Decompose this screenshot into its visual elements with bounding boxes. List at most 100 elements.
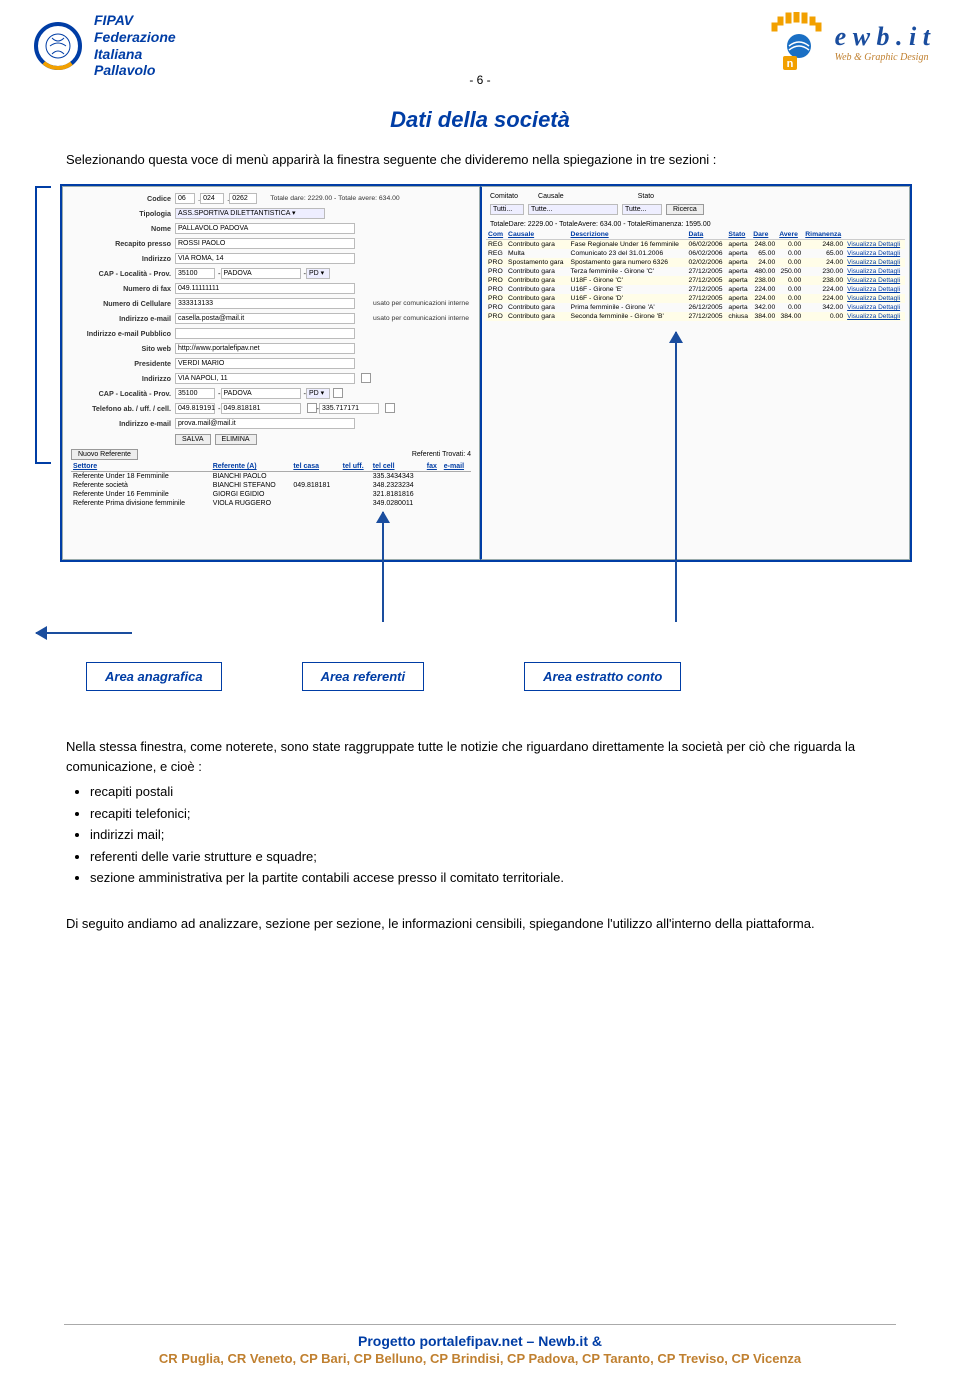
col-header[interactable]: Dare [751,230,777,240]
table-cell: 384.00 [751,312,777,321]
checkbox-icon[interactable] [307,403,317,413]
fipav-label-3: Italiana [94,46,176,63]
table-cell: Contributo gara [506,294,568,303]
filter-causale[interactable]: Tutte... [528,204,618,215]
form-input[interactable]: 333313133 [175,298,355,309]
visualizza-dettagli-link[interactable]: Visualizza Dettagli [847,268,900,275]
table-cell: Referente Under 16 Femminile [71,490,211,499]
col-header[interactable]: tel casa [291,462,340,472]
form-input[interactable]: casella.posta@mail.it [175,313,355,324]
form-input[interactable]: http://www.portalefipav.net [175,343,355,354]
table-cell [425,499,442,508]
form-row: Sito webhttp://www.portalefipav.net [67,341,475,355]
ricerca-button[interactable]: Ricerca [666,204,704,215]
table-cell: 248.00 [751,240,777,250]
visualizza-dettagli-link[interactable]: Visualizza Dettagli [847,286,900,293]
table-cell: aperta [726,258,751,267]
table-cell: 0.00 [777,303,803,312]
table-cell [442,472,471,482]
table-cell [291,499,340,508]
col-header[interactable]: Stato [726,230,751,240]
form-input[interactable]: PADOVA [221,388,301,399]
col-header[interactable]: Referente (A) [211,462,292,472]
col-header[interactable]: tel cell [371,462,425,472]
checkbox-icon[interactable] [385,403,395,413]
table-cell: Comunicato 23 del 31.01.2006 [569,249,687,258]
fipav-logo-block: FIPAV Federazione Italiana Pallavolo [30,12,176,79]
label-stato: Stato [638,193,654,200]
col-header[interactable]: Com [486,230,506,240]
form-label: Telefono ab. / uff. / cell. [67,404,175,413]
col-header[interactable]: Data [687,230,727,240]
table-row: PROContributo garaPrima femminile - Giro… [486,303,905,312]
form-input[interactable]: 35100 [175,388,215,399]
form-input[interactable]: PALLAVOLO PADOVA [175,223,355,234]
checkbox-icon[interactable] [333,388,343,398]
form-input[interactable]: 335.717171 [319,403,379,414]
form-input[interactable]: ROSSI PAOLO [175,238,355,249]
form-input[interactable]: PADOVA [221,268,301,279]
table-cell: 230.00 [803,267,845,276]
table-cell: Spostamento gara numero 6326 [569,258,687,267]
filter-comitato[interactable]: Tutti... [490,204,524,215]
form-input[interactable]: VIA ROMA, 14 [175,253,355,264]
form-select[interactable]: ASS.SPORTIVA DILETTANTISTICA ▾ [175,208,325,219]
bullet-list: recapiti postalirecapiti telefonici;indi… [90,782,904,888]
table-row: Referente Prima divisione femminileVIOLA… [71,499,471,508]
col-header[interactable]: Causale [506,230,568,240]
label-causale: Causale [538,193,564,200]
visualizza-dettagli-link[interactable]: Visualizza Dettagli [847,241,900,248]
table-cell: Referente società [71,481,211,490]
table-cell: 238.00 [803,276,845,285]
visualizza-dettagli-link[interactable]: Visualizza Dettagli [847,295,900,302]
table-cell [341,490,371,499]
form-select[interactable]: PD ▾ [306,388,330,399]
referenti-table: SettoreReferente (A)tel casatel uff.tel … [71,462,471,508]
visualizza-dettagli-link[interactable]: Visualizza Dettagli [847,250,900,257]
visualizza-dettagli-link[interactable]: Visualizza Dettagli [847,259,900,266]
visualizza-dettagli-link[interactable]: Visualizza Dettagli [847,313,900,320]
table-cell: 224.00 [803,285,845,294]
col-header[interactable]: Rimanenza [803,230,845,240]
visualizza-dettagli-link[interactable]: Visualizza Dettagli [847,304,900,311]
table-row: Referente Under 16 FemminileGIORGI EGIDI… [71,490,471,499]
table-cell: Referente Under 18 Femminile [71,472,211,482]
codice-1[interactable]: 06 [175,193,195,204]
col-header[interactable] [845,230,905,240]
filter-stato[interactable]: Tutte... [622,204,662,215]
col-header[interactable]: Settore [71,462,211,472]
table-row: PROSpostamento garaSpostamento gara nume… [486,258,905,267]
nuovo-referente-button[interactable]: Nuovo Referente [71,449,138,460]
form-input[interactable]: 049.818181 [221,403,301,414]
form-input[interactable]: 049.819191 [175,403,215,414]
save-button[interactable]: SALVA [175,434,211,445]
form-input[interactable]: 35100 [175,268,215,279]
totale-top: Totale dare: 2229.00 - Totale avere: 634… [270,195,400,202]
form-input[interactable]: 049.11111111 [175,283,355,294]
col-header[interactable]: Descrizione [569,230,687,240]
col-header[interactable]: Avere [777,230,803,240]
table-row: Referente Under 18 FemminileBIANCHI PAOL… [71,472,471,482]
visualizza-dettagli-link[interactable]: Visualizza Dettagli [847,277,900,284]
form-input[interactable]: prova.mail@mail.it [175,418,355,429]
codice-3[interactable]: 0262 [229,193,257,204]
delete-button[interactable]: ELIMINA [215,434,257,445]
table-cell [291,472,340,482]
form-select[interactable]: PD ▾ [306,268,330,279]
col-header[interactable]: tel uff. [341,462,371,472]
table-cell: 348.2323234 [371,481,425,490]
form-input[interactable]: VERDI MARIO [175,358,355,369]
codice-2[interactable]: 024 [200,193,224,204]
table-cell [341,499,371,508]
form-row: IndirizzoVIA ROMA, 14 [67,251,475,265]
table-cell [425,490,442,499]
col-header[interactable]: fax [425,462,442,472]
form-input[interactable]: VIA NAPOLI, 11 [175,373,355,384]
col-header[interactable]: e-mail [442,462,471,472]
checkbox-icon[interactable] [361,373,371,383]
table-cell: PRO [486,294,506,303]
form-input[interactable] [175,328,355,339]
form-label: CAP - Località - Prov. [67,269,175,278]
table-cell: Contributo gara [506,276,568,285]
table-cell: 238.00 [751,276,777,285]
